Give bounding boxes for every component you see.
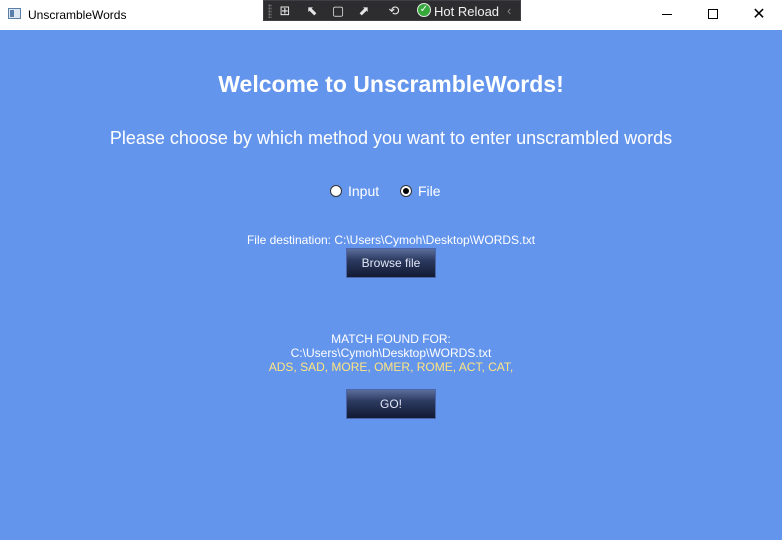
method-prompt: Please choose by which method you want t…	[109, 128, 673, 148]
matched-words: ADS, SAD, MORE, OMER, ROME, ACT, CAT,	[268, 360, 514, 374]
maximize-button[interactable]	[690, 0, 736, 30]
go-button[interactable]: GO!	[346, 389, 436, 419]
welcome-heading: Welcome to UnscrambleWords!	[218, 71, 564, 97]
title-bar[interactable]: UnscrambleWords ⊞ ⬉ ▢ ⬈ ⟲ ✓ Hot Reload ‹…	[0, 0, 782, 30]
file-radio[interactable]	[400, 185, 412, 197]
select-element-icon[interactable]: ⬉	[304, 3, 320, 19]
match-file-path: C:\Users\Cymoh\Desktop\WORDS.txt	[290, 346, 492, 360]
file-destination-label: File destination: C:\Users\Cymoh\Desktop…	[246, 233, 536, 247]
input-radio-label[interactable]: Input	[348, 183, 379, 199]
hot-reload-button[interactable]: Hot Reload	[434, 4, 499, 19]
minimize-icon	[662, 14, 672, 15]
track-focused-element-icon[interactable]: ⬈	[356, 3, 372, 19]
close-icon: ✕	[752, 6, 766, 23]
app-window: UnscrambleWords ⊞ ⬉ ▢ ⬈ ⟲ ✓ Hot Reload ‹…	[0, 0, 782, 540]
window-title: UnscrambleWords	[28, 8, 127, 22]
match-found-title: MATCH FOUND FOR:	[331, 332, 451, 346]
display-layout-adorners-icon[interactable]: ▢	[330, 3, 346, 19]
xaml-debug-toolbar: ⊞ ⬉ ▢ ⬈ ⟲ ✓ Hot Reload ‹	[263, 0, 521, 21]
app-window-icon	[8, 8, 21, 19]
collapse-toolbar-icon[interactable]: ‹	[507, 3, 511, 18]
minimize-button[interactable]	[644, 0, 690, 30]
input-option[interactable]: Input	[330, 182, 379, 200]
input-radio[interactable]	[330, 185, 342, 197]
live-visual-tree-icon[interactable]: ⊞	[277, 3, 293, 19]
file-option[interactable]: File	[400, 182, 441, 200]
toolbar-grip-icon[interactable]	[268, 4, 272, 18]
maximize-icon	[708, 9, 718, 19]
file-radio-label[interactable]: File	[418, 183, 441, 199]
hot-reload-check-icon: ✓	[417, 3, 431, 17]
browse-file-button[interactable]: Browse file	[346, 248, 436, 278]
close-button[interactable]: ✕	[736, 0, 782, 30]
binding-failures-icon[interactable]: ⟲	[386, 3, 402, 19]
